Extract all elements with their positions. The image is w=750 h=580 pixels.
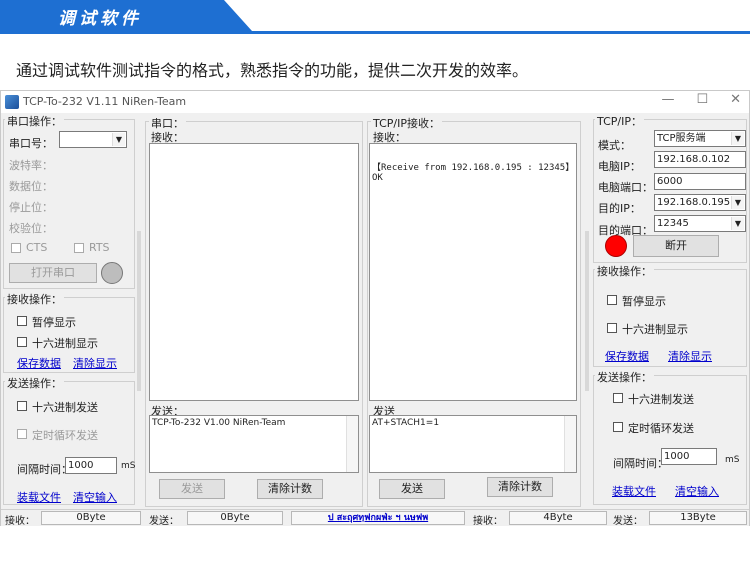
- port-select[interactable]: ▼: [59, 131, 127, 148]
- serial-recv-label: 接收：: [5, 516, 35, 527]
- tcp-loop-send-label: 定时循环发送: [628, 422, 694, 435]
- tcp-send-scrollbar[interactable]: [564, 416, 576, 472]
- loop-send-checkbox[interactable]: [17, 429, 27, 439]
- tcp-settings-title: TCP/IP：: [595, 113, 644, 129]
- minimize-button[interactable]: —: [661, 92, 674, 107]
- mode-select[interactable]: TCP服务端 ▼: [654, 130, 746, 147]
- port-status-indicator: [101, 262, 123, 284]
- interval-input[interactable]: 1000: [65, 457, 117, 474]
- hex-send-checkbox[interactable]: [17, 401, 27, 411]
- right-splitter[interactable]: [585, 231, 589, 391]
- tcp-pause-display-label: 暂停显示: [622, 295, 666, 308]
- tcp-load-file-link[interactable]: 装载文件: [612, 483, 656, 499]
- chevron-down-icon: ▼: [731, 196, 744, 209]
- tcp-hex-display-label: 十六进制显示: [622, 323, 688, 336]
- intro-text: 通过调试软件测试指令的格式，熟悉指令的功能，提供二次开发的效率。: [16, 61, 529, 80]
- tcp-clear-display-link[interactable]: 清除显示: [668, 348, 712, 364]
- tcp-receive-area[interactable]: 【Receive from 192.168.0.195 : 12345】 OK: [369, 143, 577, 401]
- close-button[interactable]: ✕: [730, 92, 741, 107]
- pause-display-label: 暂停显示: [32, 316, 76, 329]
- port-label: 串口号：: [9, 137, 53, 150]
- tcp-send-button[interactable]: 发送: [379, 479, 445, 499]
- status-bar: 接收： 0Byte 发送： 0Byte ป สะฤุศทฺฟกผฟ่ะ ฯ นษ…: [1, 509, 749, 527]
- tcp-recv-count: 4Byte: [509, 511, 607, 525]
- save-data-link[interactable]: 保存数据: [17, 355, 61, 371]
- header-underline: [0, 31, 750, 34]
- open-port-button[interactable]: 打开串口: [9, 263, 97, 283]
- loop-send-label: 定时循环发送: [32, 429, 98, 442]
- tcp-recv-label: 接收：: [473, 516, 503, 527]
- pc-ip-input[interactable]: 192.168.0.102: [654, 151, 746, 168]
- interval-label: 间隔时间：: [17, 463, 72, 476]
- tcp-send-ops-title: 发送操作：: [595, 369, 654, 385]
- tcp-receive-ops-title: 接收操作：: [595, 263, 654, 279]
- stopbits-label: 停止位：: [9, 201, 53, 214]
- serial-clear-count-button[interactable]: 清除计数: [257, 479, 323, 499]
- chevron-down-icon: ▼: [731, 132, 744, 145]
- status-center-link[interactable]: ป สะฤุศทฺฟกผฟ่ะ ฯ นษฟพ: [291, 511, 465, 525]
- app-icon: [5, 95, 19, 109]
- hex-send-label: 十六进制发送: [32, 401, 98, 414]
- clear-input-link[interactable]: 清空输入: [73, 489, 117, 505]
- pc-port-input[interactable]: 6000: [654, 173, 746, 190]
- serial-send-scrollbar[interactable]: [346, 416, 358, 472]
- tcp-hex-display-checkbox[interactable]: [607, 323, 617, 333]
- rts-checkbox[interactable]: [74, 243, 84, 253]
- tcp-interval-label: 间隔时间：: [613, 457, 668, 470]
- tcp-save-data-link[interactable]: 保存数据: [605, 348, 649, 364]
- window-title: TCP-To-232 V1.11 NiRen-Team: [23, 95, 187, 108]
- send-ops-title: 发送操作：: [5, 375, 64, 391]
- serial-recv-count: 0Byte: [41, 511, 141, 525]
- section-title: 调试软件: [58, 9, 142, 29]
- cts-checkbox[interactable]: [11, 243, 21, 253]
- pause-display-checkbox[interactable]: [17, 316, 27, 326]
- dest-ip-select[interactable]: 192.168.0.195 ▼: [654, 194, 746, 211]
- hex-display-checkbox[interactable]: [17, 337, 27, 347]
- serial-send-area[interactable]: TCP-To-232 V1.00 NiRen-Team: [149, 415, 359, 473]
- pc-ip-label: 电脑IP：: [598, 160, 641, 173]
- parity-label: 校验位：: [9, 222, 53, 235]
- baud-label: 波特率：: [9, 159, 53, 172]
- tcp-clear-input-link[interactable]: 清空输入: [675, 483, 719, 499]
- tcp-hex-send-label: 十六进制发送: [628, 393, 694, 406]
- tcp-loop-send-checkbox[interactable]: [613, 422, 623, 432]
- cts-label: CTS: [26, 241, 48, 254]
- tcp-interval-unit: mS: [725, 455, 740, 465]
- app-window: TCP-To-232 V1.11 NiRen-Team — ☐ ✕ 串口操作： …: [0, 90, 750, 527]
- serial-ops-title: 串口操作：: [5, 113, 64, 129]
- connection-status-indicator: [605, 235, 627, 257]
- serial-send-button[interactable]: 发送: [159, 479, 225, 499]
- chevron-down-icon: ▼: [731, 217, 744, 230]
- clear-display-link[interactable]: 清除显示: [73, 355, 117, 371]
- dest-ip-label: 目的IP：: [598, 202, 641, 215]
- databits-label: 数据位：: [9, 180, 53, 193]
- mode-label: 模式：: [598, 139, 631, 152]
- pc-port-label: 电脑端口：: [598, 181, 653, 194]
- left-splitter[interactable]: [137, 231, 141, 391]
- tcp-hex-send-checkbox[interactable]: [613, 393, 623, 403]
- tcp-sent-count: 13Byte: [649, 511, 747, 525]
- rts-label: RTS: [89, 241, 110, 254]
- tcp-pause-display-checkbox[interactable]: [607, 295, 617, 305]
- interval-unit: mS: [121, 461, 136, 471]
- tcp-sent-label: 发送：: [613, 516, 643, 527]
- dest-port-select[interactable]: 12345 ▼: [654, 215, 746, 232]
- section-header: 调试软件: [0, 0, 750, 38]
- tcp-send-area[interactable]: AT+STACH1=1: [369, 415, 577, 473]
- tcp-interval-input[interactable]: 1000: [661, 448, 717, 465]
- serial-receive-area[interactable]: [149, 143, 359, 401]
- serial-sent-count: 0Byte: [187, 511, 283, 525]
- serial-sent-label: 发送：: [149, 516, 179, 527]
- tcp-clear-count-button[interactable]: 清除计数: [487, 477, 553, 497]
- load-file-link[interactable]: 装载文件: [17, 489, 61, 505]
- hex-display-label: 十六进制显示: [32, 337, 98, 350]
- maximize-button[interactable]: ☐: [696, 92, 708, 107]
- disconnect-button[interactable]: 断开: [633, 235, 719, 257]
- window-titlebar: TCP-To-232 V1.11 NiRen-Team — ☐ ✕: [1, 91, 749, 113]
- chevron-down-icon: ▼: [112, 133, 125, 146]
- receive-ops-title: 接收操作：: [5, 291, 64, 307]
